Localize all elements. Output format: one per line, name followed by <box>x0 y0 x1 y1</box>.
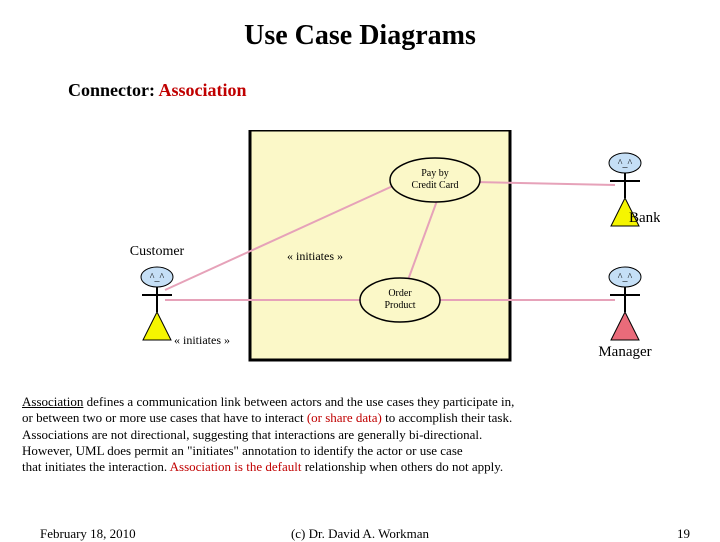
system-boundary <box>250 130 510 360</box>
usecase-order-l1: Order <box>388 288 412 299</box>
l3: Associations are not directional, sugges… <box>22 427 482 442</box>
l2-red: (or share data) <box>307 410 382 425</box>
diagram-canvas: Pay by Credit Card Order Product « initi… <box>60 130 660 370</box>
page-title: Use Case Diagrams <box>0 20 720 52</box>
actor-bank-face: ^_^ <box>618 158 633 169</box>
actor-manager-label: Manager <box>598 344 651 360</box>
actor-customer: Customer ^_^ <box>130 244 185 340</box>
slide: Use Case Diagrams Connector: Association <box>0 0 720 540</box>
actor-manager: ^_^ Manager <box>598 267 651 360</box>
usecase-order-l2: Product <box>384 300 415 311</box>
stereotype-initiates-1: « initiates » <box>287 249 343 263</box>
subtitle-prefix: Connector: <box>68 80 155 100</box>
subtitle: Connector: Association <box>68 80 247 101</box>
actor-manager-face: ^_^ <box>618 272 633 283</box>
diagram-svg: Pay by Credit Card Order Product « initi… <box>60 130 660 370</box>
assoc-underlined: Association <box>22 394 83 409</box>
actor-customer-label: Customer <box>130 244 185 259</box>
l5-tail: relationship when others do not apply. <box>301 459 503 474</box>
actor-bank: ^_^ Bank <box>609 153 660 226</box>
usecase-pay-l2: Credit Card <box>412 180 459 191</box>
l1-tail: defines a communication link between act… <box>83 394 514 409</box>
l5-red: Association is the default <box>170 459 302 474</box>
l4: However, UML does permit an "initiates" … <box>22 443 463 458</box>
usecase-pay-l1: Pay by <box>421 168 449 179</box>
l2-tail: to accomplish their task. <box>382 410 512 425</box>
stereotype-initiates-2: « initiates » <box>174 333 230 347</box>
body-text: Association defines a communication link… <box>22 394 698 475</box>
l2-head: or between two or more use cases that ha… <box>22 410 307 425</box>
actor-bank-label: Bank <box>629 210 660 226</box>
subtitle-keyword: Association <box>159 80 247 100</box>
actor-customer-face: ^_^ <box>150 272 165 283</box>
l5-head: that initiates the interaction. <box>22 459 170 474</box>
